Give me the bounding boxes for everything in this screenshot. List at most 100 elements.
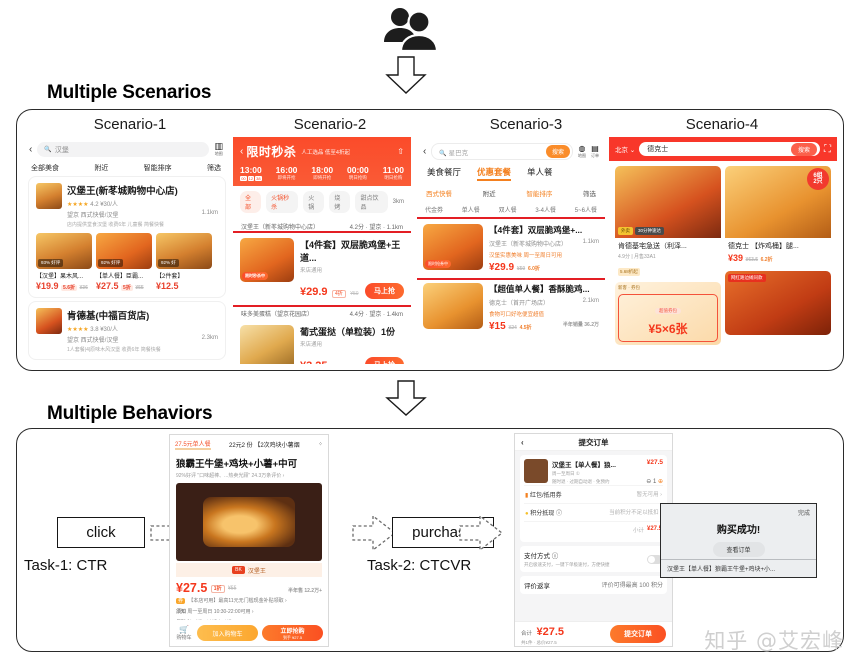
product-card[interactable]: 6组 2只 德克士 【炸鸡桶】腿... ¥39 ¥63.5 6.2折 bbox=[725, 166, 831, 267]
list-item[interactable]: 92% 好评 【单人餐】臣霸... ¥27.5 5折 ¥55 bbox=[96, 233, 152, 291]
purchase-success-dialog: 完成 购买成功! 查看订单 汉堡王【单人餐】狼霸王牛堡+鸡块+小... bbox=[660, 503, 817, 578]
flash-sale-card[interactable]: 葡式蛋挞（单粒装）1份 来店通用 ¥3.25 5折 ¥6.5 马上抢 近 90 … bbox=[233, 320, 411, 364]
time-slot-time: 16:00 bbox=[275, 165, 298, 175]
filter-nearby[interactable]: 附近 bbox=[94, 163, 108, 173]
shop-name[interactable]: 汉堡王（新苳城购物中心店） bbox=[241, 222, 319, 231]
filter-more[interactable]: 筛选 bbox=[207, 163, 221, 173]
search-input[interactable]: 德克士 搜索 bbox=[639, 142, 820, 156]
banner-card[interactable]: 网红路边摊同款 bbox=[725, 271, 831, 335]
item-tags: 食物可口好吃便宜超值 bbox=[489, 312, 545, 318]
tab-deal-sets[interactable]: 优惠套餐 bbox=[477, 166, 512, 181]
search-input[interactable]: 🔍 星巴克 搜索 bbox=[431, 143, 573, 160]
item-old-price: ¥55 bbox=[135, 285, 144, 291]
item-tags: 汉堡实惠美味 周一至周日可用 bbox=[489, 253, 563, 259]
category-single[interactable]: 单人餐 bbox=[462, 205, 480, 214]
coupon-card[interactable]: 新客 · 券包 超值券包 ¥5×6张 bbox=[615, 282, 721, 345]
item-discount: 6.0折 bbox=[527, 266, 540, 272]
product-card[interactable]: 外卖 30分钟速达 肯德基宅急送（利泽... 4.9分 | 月售33A1 5.6… bbox=[615, 166, 721, 278]
map-label: 地图 bbox=[214, 151, 223, 156]
scenarios-panel: Scenario-1 Scenario-2 Scenario-3 Scenari… bbox=[16, 109, 844, 371]
order-item-image bbox=[524, 459, 548, 483]
chip-dessert[interactable]: 甜点饮品 bbox=[355, 191, 388, 213]
orders-icon: ▤ bbox=[591, 144, 599, 153]
filter-smart-sort[interactable]: 智能排序 bbox=[526, 188, 552, 198]
shop-name[interactable]: 味多美蛋糕（望京花园店） bbox=[241, 309, 313, 318]
review-section[interactable]: 评价返享 评价可得最高 100 积分 bbox=[520, 576, 667, 594]
share-icon[interactable]: ⇧ bbox=[397, 147, 404, 156]
page-title-behaviors: Multiple Behaviors bbox=[47, 403, 213, 424]
view-order-button[interactable]: 查看订单 bbox=[712, 542, 765, 557]
category-voucher[interactable]: 代金券 bbox=[425, 205, 443, 214]
submit-order-button[interactable]: 提交订单 bbox=[610, 625, 666, 643]
buy-now-button[interactable]: 立即抢购 到手 ¥27.5 bbox=[262, 625, 323, 641]
scan-icon[interactable]: ⛶ bbox=[824, 144, 831, 155]
chip-all[interactable]: 全部 bbox=[240, 191, 262, 213]
search-button[interactable]: 搜索 bbox=[545, 145, 570, 158]
list-item[interactable]: 93% 好评 【汉堡】果木风... ¥19.9 5.6折 ¥36 bbox=[36, 233, 92, 291]
category-double[interactable]: 双人餐 bbox=[499, 205, 517, 214]
item-subtitle: 来店通用 bbox=[300, 342, 323, 348]
back-chevron-icon[interactable]: ‹ bbox=[423, 146, 426, 157]
points-icon: ● bbox=[525, 511, 529, 517]
shop-category: 望京 西式快餐/汉堡 bbox=[67, 213, 119, 219]
back-chevron-icon[interactable]: ‹ bbox=[240, 146, 243, 157]
back-chevron-icon[interactable]: ‹ bbox=[29, 144, 32, 155]
buy-now-button[interactable]: 马上抢 bbox=[365, 357, 404, 364]
promo-line[interactable]: 券 【本店可用】最高11元无门槛现金补贴领取 › bbox=[170, 595, 328, 606]
flash-sale-card-highlighted[interactable]: 限时秒杀中 【4件套】双层脆鸡堡+王道... 来店通用 ¥29.9 4折 ¥50… bbox=[233, 231, 411, 307]
shop-name: 汉堡王(新苳城购物中心店) bbox=[67, 186, 178, 197]
done-button[interactable]: 完成 bbox=[798, 508, 810, 517]
category-5-6[interactable]: 5~6人餐 bbox=[575, 205, 597, 214]
users-icon bbox=[384, 8, 439, 53]
tab-single-meal[interactable]: 单人餐 bbox=[527, 166, 553, 181]
time-slot[interactable]: 18:00 即将开抢 bbox=[311, 165, 333, 181]
search-input[interactable]: 🔍 汉堡 bbox=[37, 142, 210, 157]
product-old-price: ¥63.5 bbox=[745, 257, 759, 263]
chip-hotpot[interactable]: 火锅 bbox=[303, 191, 325, 213]
shop-name: 德克士（首开广场店） bbox=[489, 301, 550, 307]
map-button[interactable]: ▥ 地图 bbox=[214, 142, 223, 157]
buy-now-button[interactable]: 马上抢 bbox=[365, 283, 404, 299]
quantity-stepper[interactable]: ⊖ 1 ⊕ bbox=[646, 478, 663, 485]
cart-button[interactable]: 🛒 购物车 bbox=[175, 625, 193, 641]
filter-nearby[interactable]: 附近 bbox=[483, 188, 496, 198]
filter-western-fastfood[interactable]: 西式快餐 bbox=[426, 188, 452, 198]
share-icon[interactable]: ⁘ bbox=[318, 441, 323, 448]
city-selector[interactable]: 北京 ⌄ bbox=[615, 144, 635, 154]
map-button[interactable]: ◍ 地图 bbox=[578, 144, 586, 159]
back-chevron-icon[interactable]: ‹ bbox=[521, 438, 524, 447]
shop-card[interactable]: 肯德基(中福百货店) ★★★★ 3.8 ¥30/人 望京 西式快餐/汉堡 2.3… bbox=[29, 302, 225, 359]
orders-button[interactable]: ▤ 订单 bbox=[591, 144, 599, 159]
shop-category: 望京 西式快餐/汉堡 bbox=[67, 338, 119, 344]
filter-smart-sort[interactable]: 智能排序 bbox=[144, 163, 172, 173]
time-slot[interactable]: 00:00 明日抢购 bbox=[347, 165, 369, 181]
promo-icon: 券 bbox=[176, 598, 186, 604]
chip-bbq[interactable]: 烧烤 bbox=[329, 191, 351, 213]
item-badge: 93% 好评 bbox=[38, 259, 64, 267]
rating-value: 4.2 bbox=[90, 202, 99, 208]
product-price: ¥27.5 bbox=[176, 581, 208, 595]
review-value: 评价可得最高 100 积分 bbox=[601, 583, 663, 589]
page-title-scenarios: Multiple Scenarios bbox=[47, 82, 212, 103]
shop-card[interactable]: 汉堡王(新苳城购物中心店) ★★★★ 4.2 ¥30/人 望京 西式快餐/汉堡 … bbox=[29, 177, 225, 297]
points-row[interactable]: ● 积分抵现 ⓘ 当前积分不足以抵扣 › bbox=[524, 503, 663, 521]
list-item[interactable]: 92% 好 【2件套】 ¥12.5 bbox=[156, 233, 212, 291]
shop-thumbnail bbox=[36, 183, 62, 209]
tab-restaurants[interactable]: 美食餐厅 bbox=[427, 166, 461, 181]
filter-more[interactable]: 筛选 bbox=[583, 188, 596, 198]
chip-hotpot-sale[interactable]: 火锅秒杀 bbox=[266, 191, 299, 213]
deal-card-highlighted[interactable]: 限时抢券中 【4件套】双层脆鸡堡+... 汉堡王（新苳城购物中心店） 1.1km… bbox=[417, 217, 605, 280]
deal-card[interactable]: 【超值单人餐】香酥脆鸡... 德克士（首开广场店） 2.1km 食物可口好吃便宜… bbox=[417, 278, 605, 337]
distance-filter[interactable]: 3km bbox=[393, 199, 404, 205]
filter-all-food[interactable]: 全部美食 bbox=[31, 163, 59, 173]
add-to-cart-button[interactable]: 加入购物车 bbox=[197, 625, 258, 641]
search-button[interactable]: 搜索 bbox=[790, 142, 817, 156]
time-slot[interactable]: 13:00 00 12 38 bbox=[240, 165, 262, 181]
total-sub: 共1件 · 总价¥27.5 bbox=[521, 640, 557, 645]
click-action-box[interactable]: click bbox=[57, 517, 145, 548]
time-slot[interactable]: 11:00 明日抢购 bbox=[383, 165, 404, 181]
time-slot[interactable]: 16:00 即将开抢 bbox=[276, 165, 298, 181]
use-time-row[interactable]: 须知 周一至周日 10:30-22:00可用 › bbox=[170, 606, 328, 617]
coupon-row[interactable]: ▮ 红包/抵用券 暂无可用 › bbox=[524, 485, 663, 503]
category-3-4[interactable]: 3-4人餐 bbox=[535, 205, 556, 214]
